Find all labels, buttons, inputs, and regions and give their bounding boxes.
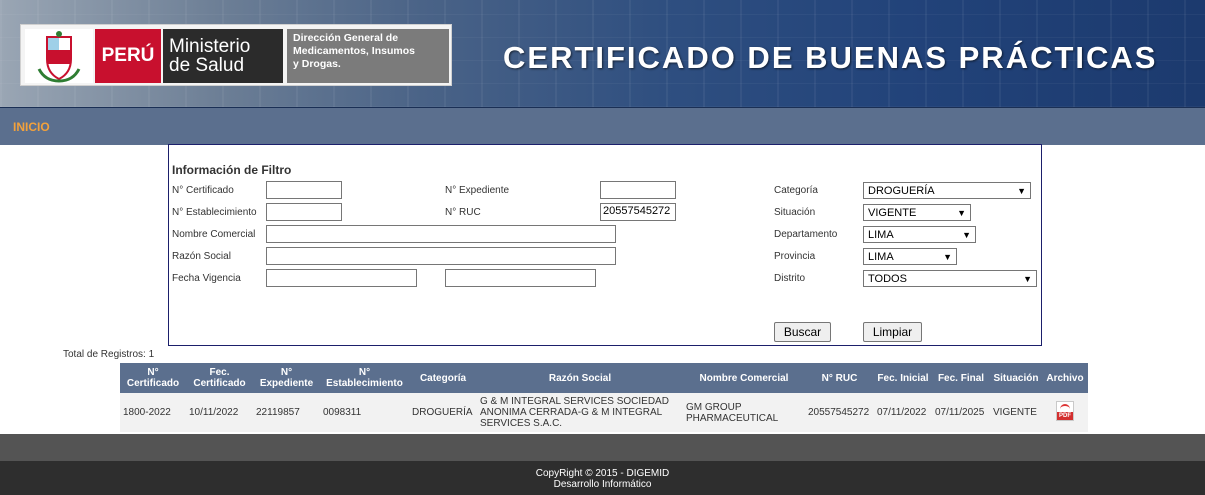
- footer-copyright: CopyRight © 2015 - DIGEMID: [535, 468, 670, 479]
- departamento-label: Departamento: [774, 229, 838, 240]
- situacion-label: Situación: [774, 207, 816, 218]
- razon-social-input[interactable]: [266, 247, 616, 265]
- cell-establecimiento: 0098311: [320, 393, 409, 432]
- chevron-down-icon: ▼: [1023, 273, 1032, 284]
- expediente-input[interactable]: [600, 181, 676, 199]
- cell-categoria: DROGUERÍA: [409, 393, 477, 432]
- certificado-input[interactable]: [266, 181, 342, 199]
- column-header: N° Expediente: [253, 363, 320, 393]
- chevron-down-icon: ▼: [962, 229, 971, 240]
- filter-title: Información de Filtro: [172, 163, 292, 177]
- categoria-value: DROGUERÍA: [868, 184, 935, 197]
- column-header: N° RUC: [805, 363, 874, 393]
- situacion-select[interactable]: VIGENTE ▼: [863, 204, 971, 221]
- cell-certificado: 1800-2022: [120, 393, 186, 432]
- digemid-label: Dirección General de Medicamentos, Insum…: [287, 29, 449, 83]
- coat-of-arms-icon: [25, 29, 93, 83]
- provincia-value: LIMA: [868, 250, 894, 263]
- chevron-down-icon: ▼: [1017, 185, 1026, 196]
- cell-fec-final: 07/11/2025: [932, 393, 990, 432]
- cell-situacion: VIGENTE: [990, 393, 1042, 432]
- footer-desarrollo: Desarrollo Informático: [553, 479, 652, 490]
- peru-label: PERÚ: [95, 29, 161, 83]
- page-title: CERTIFICADO DE BUENAS PRÁCTICAS: [503, 40, 1158, 75]
- nombre-comercial-input[interactable]: [266, 225, 616, 243]
- certificado-label: N° Certificado: [172, 185, 234, 196]
- cell-fec-certificado: 10/11/2022: [186, 393, 253, 432]
- column-header: Archivo: [1042, 363, 1088, 393]
- ruc-label: N° RUC: [445, 207, 481, 218]
- header-banner: PERÚ Ministerio de Salud Dirección Gener…: [0, 0, 1205, 108]
- digemid-line-3: y Drogas.: [293, 58, 341, 70]
- ministerio-line-1: Ministerio: [169, 36, 251, 57]
- buscar-button[interactable]: Buscar: [774, 322, 831, 342]
- pdf-icon-label: PDF: [1057, 412, 1073, 420]
- situacion-value: VIGENTE: [868, 206, 917, 219]
- establecimiento-input[interactable]: [266, 203, 342, 221]
- categoria-select[interactable]: DROGUERÍA ▼: [863, 182, 1031, 199]
- cell-expediente: 22119857: [253, 393, 320, 432]
- column-header: Fec. Final: [932, 363, 990, 393]
- column-header: N° Certificado: [120, 363, 186, 393]
- expediente-label: N° Expediente: [445, 185, 510, 196]
- fecha-vigencia-label: Fecha Vigencia: [172, 273, 241, 284]
- column-header: Categoría: [409, 363, 477, 393]
- cell-ruc: 20557545272: [805, 393, 874, 432]
- cell-fec-inicial: 07/11/2022: [874, 393, 932, 432]
- column-header: N° Establecimiento: [320, 363, 409, 393]
- filter-panel: Información de Filtro N° Certificado N° …: [168, 144, 1042, 346]
- departamento-value: LIMA: [868, 228, 894, 241]
- limpiar-button[interactable]: Limpiar: [863, 322, 922, 342]
- ruc-input[interactable]: 20557545272: [600, 203, 676, 221]
- table-header-row: N° Certificado Fec. Certificado N° Exped…: [120, 363, 1088, 393]
- digemid-line-2: Medicamentos, Insumos: [293, 45, 415, 57]
- nav-inicio-link[interactable]: INICIO: [13, 120, 50, 134]
- minsa-logo: PERÚ Ministerio de Salud Dirección Gener…: [20, 24, 452, 86]
- column-header: Fec. Certificado: [186, 363, 253, 393]
- cell-archivo: PDF: [1042, 393, 1088, 432]
- results-table: N° Certificado Fec. Certificado N° Exped…: [120, 363, 1088, 432]
- provincia-label: Provincia: [774, 251, 816, 262]
- chevron-down-icon: ▼: [957, 207, 966, 218]
- cell-nombre-comercial: GM GROUP PHARMACEUTICAL: [683, 393, 805, 432]
- categoria-label: Categoría: [774, 185, 818, 196]
- nombre-comercial-label: Nombre Comercial: [172, 229, 256, 240]
- column-header: Nombre Comercial: [683, 363, 805, 393]
- provincia-select[interactable]: LIMA ▼: [863, 248, 957, 265]
- departamento-select[interactable]: LIMA ▼: [863, 226, 976, 243]
- column-header: Situación: [990, 363, 1042, 393]
- distrito-value: TODOS: [868, 272, 907, 285]
- cell-razon-social: G & M INTEGRAL SERVICES SOCIEDAD ANONIMA…: [477, 393, 683, 432]
- razon-social-label: Razón Social: [172, 251, 231, 262]
- ministerio-label: Ministerio de Salud: [163, 29, 283, 83]
- distrito-label: Distrito: [774, 273, 806, 284]
- column-header: Fec. Inicial: [874, 363, 932, 393]
- column-header: Razón Social: [477, 363, 683, 393]
- total-registros: Total de Registros: 1: [63, 349, 155, 360]
- digemid-line-1: Dirección General de: [293, 32, 399, 44]
- ministerio-line-2: de Salud: [169, 55, 245, 76]
- fecha-desde-input[interactable]: [266, 269, 417, 287]
- chevron-down-icon: ▼: [943, 251, 952, 262]
- distrito-select[interactable]: TODOS ▼: [863, 270, 1037, 287]
- establecimiento-label: N° Establecimiento: [172, 207, 257, 218]
- fecha-hasta-input[interactable]: [445, 269, 596, 287]
- nav-bar: INICIO: [0, 108, 1205, 145]
- footer-top-band: [0, 434, 1205, 461]
- footer-text: CopyRight © 2015 - DIGEMID Desarrollo In…: [0, 468, 1205, 490]
- pdf-icon[interactable]: PDF: [1056, 401, 1074, 421]
- table-row: 1800-2022 10/11/2022 22119857 0098311 DR…: [120, 393, 1088, 432]
